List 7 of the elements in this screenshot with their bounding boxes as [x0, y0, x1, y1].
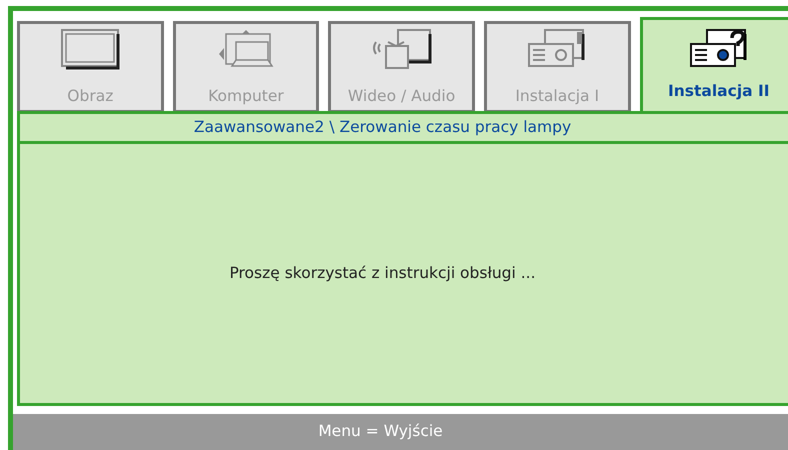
status-text: Menu = Wyjście	[318, 421, 443, 442]
message-text: Proszę skorzystać z instrukcji obsługi ...	[229, 262, 536, 284]
menu-tab[interactable]: Wideo / Audio	[328, 21, 475, 113]
menu-tab[interactable]: Obraz	[17, 21, 164, 113]
menu-tab[interactable]: Komputer	[172, 21, 320, 113]
breadcrumb: Zaawansowane2 \ Zerowanie czasu pracy lampy	[194, 116, 572, 138]
menu-tab[interactable]: Instalacja I	[484, 21, 630, 113]
